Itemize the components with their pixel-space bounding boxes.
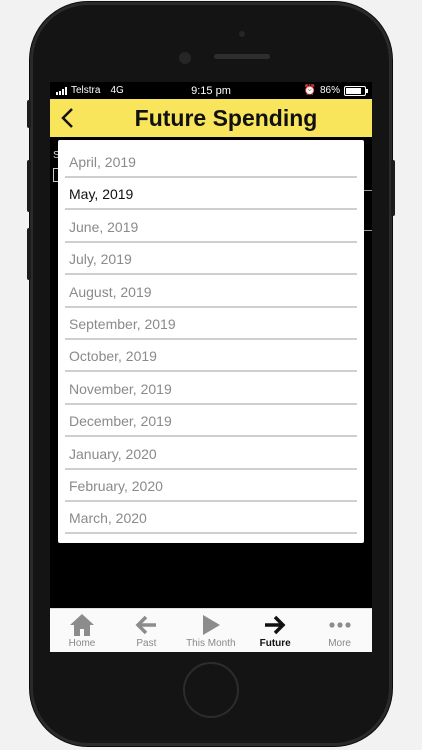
picker-option-label: October, 2019	[69, 348, 157, 365]
tab-future[interactable]: Future	[243, 609, 307, 652]
nav-header: Future Spending	[50, 99, 372, 137]
picker-option-label: July, 2019	[69, 251, 132, 268]
picker-option-label: January, 2020	[69, 445, 157, 462]
power-button	[391, 160, 395, 216]
app-screen: Telstra 4G 9:15 pm ⏰ 86% Future Spending…	[50, 82, 372, 652]
chevron-left-icon	[61, 108, 73, 128]
picker-option-label: November, 2019	[69, 380, 172, 397]
picker-option[interactable]: June, 2019	[65, 211, 357, 243]
tab-bar: Home Past This Month Future More	[50, 608, 372, 652]
status-bar: Telstra 4G 9:15 pm ⏰ 86%	[50, 82, 372, 99]
picker-option[interactable]: July, 2019	[65, 243, 357, 276]
sensor-dot	[239, 31, 245, 37]
battery-percent: 86%	[319, 85, 340, 96]
picker-option[interactable]: October, 2019	[65, 340, 357, 373]
tab-label: Future	[259, 638, 291, 649]
volume-up-button	[27, 160, 31, 212]
picker-option[interactable]: March, 2020	[65, 502, 357, 535]
earpiece-speaker	[214, 54, 270, 59]
tab-past[interactable]: Past	[114, 609, 178, 652]
picker-option-label: June, 2019	[69, 218, 139, 235]
tab-this-month[interactable]: This Month	[179, 609, 243, 652]
page-title: Future Spending	[134, 105, 318, 131]
alarm-icon: ⏰	[303, 85, 316, 96]
home-icon	[50, 613, 114, 637]
play-icon	[179, 613, 243, 637]
mute-switch	[27, 100, 31, 128]
more-icon	[308, 613, 372, 637]
tab-more[interactable]: More	[308, 609, 372, 652]
month-picker: April, 2019 May, 2019 June, 2019 July, 2019…	[58, 140, 364, 543]
picker-option[interactable]: November, 2019	[65, 373, 357, 405]
picker-option[interactable]: January, 2020	[65, 438, 357, 470]
picker-option[interactable]: September, 2019	[65, 308, 357, 340]
tab-home[interactable]: Home	[50, 609, 114, 652]
tab-label: Home	[68, 638, 96, 649]
arrow-left-icon	[114, 613, 178, 637]
arrow-right-icon	[243, 613, 307, 637]
battery-icon	[344, 85, 368, 96]
picker-option-label: September, 2019	[69, 316, 176, 332]
picker-option[interactable]: February, 2020	[65, 470, 357, 502]
front-camera	[179, 52, 191, 64]
picker-option[interactable]: May, 2019	[65, 178, 357, 211]
picker-option[interactable]: August, 2019	[65, 276, 357, 308]
picker-option[interactable]: April, 2019	[65, 146, 357, 178]
back-button[interactable]	[56, 105, 78, 131]
home-button[interactable]	[183, 662, 239, 718]
picker-option-label: August, 2019	[69, 283, 152, 300]
picker-option[interactable]: December, 2019	[65, 405, 357, 438]
picker-option-label: May, 2019	[69, 186, 134, 203]
picker-option-label: February, 2020	[69, 478, 163, 494]
tab-label: Past	[136, 638, 157, 649]
picker-option-label: March, 2020	[69, 510, 147, 527]
volume-down-button	[27, 228, 31, 280]
picker-option-label: April, 2019	[69, 154, 136, 170]
tab-label: More	[328, 638, 351, 649]
tab-label: This Month	[186, 638, 236, 649]
picker-option-label: December, 2019	[69, 413, 172, 430]
